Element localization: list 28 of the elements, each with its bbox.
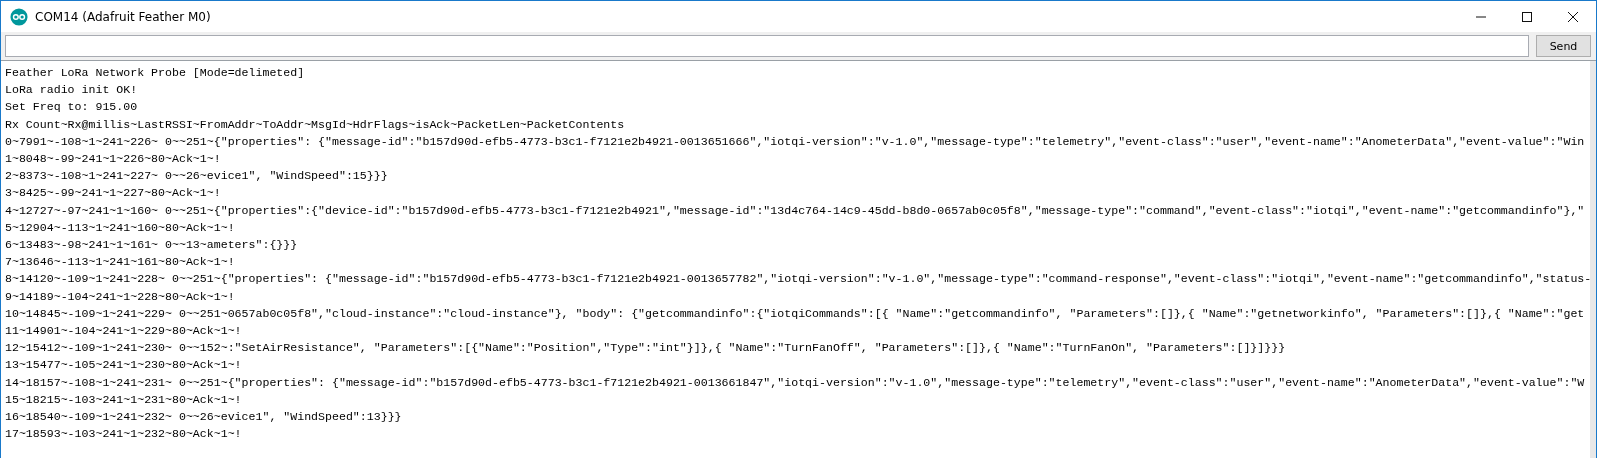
console-line: Feather LoRa Network Probe [Mode=delimeted] — [5, 65, 305, 81]
console-line: 17~18593~-103~241~1~232~80~Ack~1~! — [5, 426, 242, 443]
maximize-icon — [1521, 10, 1533, 23]
input-field[interactable] — [5, 35, 1529, 57]
console-line: Rx Count~Rx@millis~LastRSSI~FromAddr~ToAddr~MsgId~HdrFlags~isAck~PacketLen~PacketContents — [5, 116, 625, 133]
console-line: 8~14120~-109~1~241~228~ 0~~251~{"properties": {"message-id":"b157d90d-efb5-4773-b3c1-f7121e2b4921-0013657782","iotqi-version":"v-1.0","message-type":"command-response","event-class":"iotqi","event-name":"getcommandinfo","status- — [5, 271, 1592, 288]
console-line: 3~8425~-99~241~1~227~80~Ack~1~! — [5, 185, 221, 202]
console-line: 11~14901~-104~241~1~229~80~Ack~1~! — [5, 323, 242, 340]
console-line: 0~7991~-108~1~241~226~ 0~~251~{"properties": {"message-id":"b157d90d-efb5-4773-b3c1-f7121e2b4921-0013651666","iotqi-version":"v-1.0","message-type":"telemetry","event-class":"user","event-name":"AnometerData","event-value":"Win — [5, 133, 1585, 150]
console-line: Set Freq to: 915.00 — [5, 99, 138, 116]
console-line: 16~18540~-109~1~241~232~ 0~~26~evice1", "WindSpeed":13}}} — [5, 409, 402, 426]
console-line: 9~14189~-104~241~1~228~80~Ack~1~! — [5, 288, 235, 305]
console-line: 2~8373~-108~1~241~227~ 0~~26~evice1", "WindSpeed":15}}} — [5, 168, 388, 185]
console-line: 12~15412~-109~1~241~230~ 0~~152~:"SetAirResistance", "Parameters":[{"Name":"Position","Type":"int"}]},{ "Name":"TurnFanOff", "Parameters":[]},{ "Name":"TurnFanOn", "Parameters":[]}]}}} — [5, 340, 1286, 357]
console-line: 6~13483~-98~241~1~161~ 0~~13~ameters":{}}} — [5, 237, 298, 254]
console-line: 7~13646~-113~1~241~161~80~Ack~1~! — [5, 254, 235, 271]
window-title: COM14 (Adafruit Feather M0) — [35, 9, 211, 24]
console-line: 14~18157~-108~1~241~231~ 0~~251~{"properties": {"message-id":"b157d90d-efb5-4773-b3c1-f7121e2b4921-0013661847","iotqi-version":"v-1.0","message-type":"telemetry","event-class":"user","event-name":"AnometerData","event-value":"W — [5, 374, 1585, 391]
console-line: LoRa radio init OK! — [5, 82, 138, 99]
app-logo-icon — [10, 7, 28, 26]
console-line: 1~8048~-99~241~1~226~80~Ack~1~! — [5, 151, 221, 167]
console-line: 10~14845~-109~1~241~229~ 0~~251~0657ab0c05f8","cloud-instance":"cloud-instance"}, "body": {"getcommandinfo":{"iotqiCommands":[{ "Name":"getcommandinfo", "Parameters":[]},{ "Name":"getnetworkinfo", "Parameters":[]},{ "Name":"get — [5, 305, 1585, 322]
console-line: 15~18215~-103~241~1~231~80~Ack~1~! — [5, 391, 242, 408]
send-button[interactable]: Send — [1536, 35, 1591, 57]
close-icon — [1567, 10, 1579, 23]
console-line: 13~15477~-105~241~1~230~80~Ack~1~! — [5, 357, 242, 374]
console-line: 5~12904~-113~1~241~160~80~Ack~1~! — [5, 219, 235, 236]
console-line: 4~12727~-97~241~1~160~ 0~~251~{"properties":{"device-id":"b157d90d-efb5-4773-b3c1-f7121e2b4921","message-id":"13d4c764-14c9-45dd-b8d0-0657ab0c05f8","message-type":"command","event-class":"iotqi","event-name":"getcommandinfo"}," — [5, 202, 1585, 219]
